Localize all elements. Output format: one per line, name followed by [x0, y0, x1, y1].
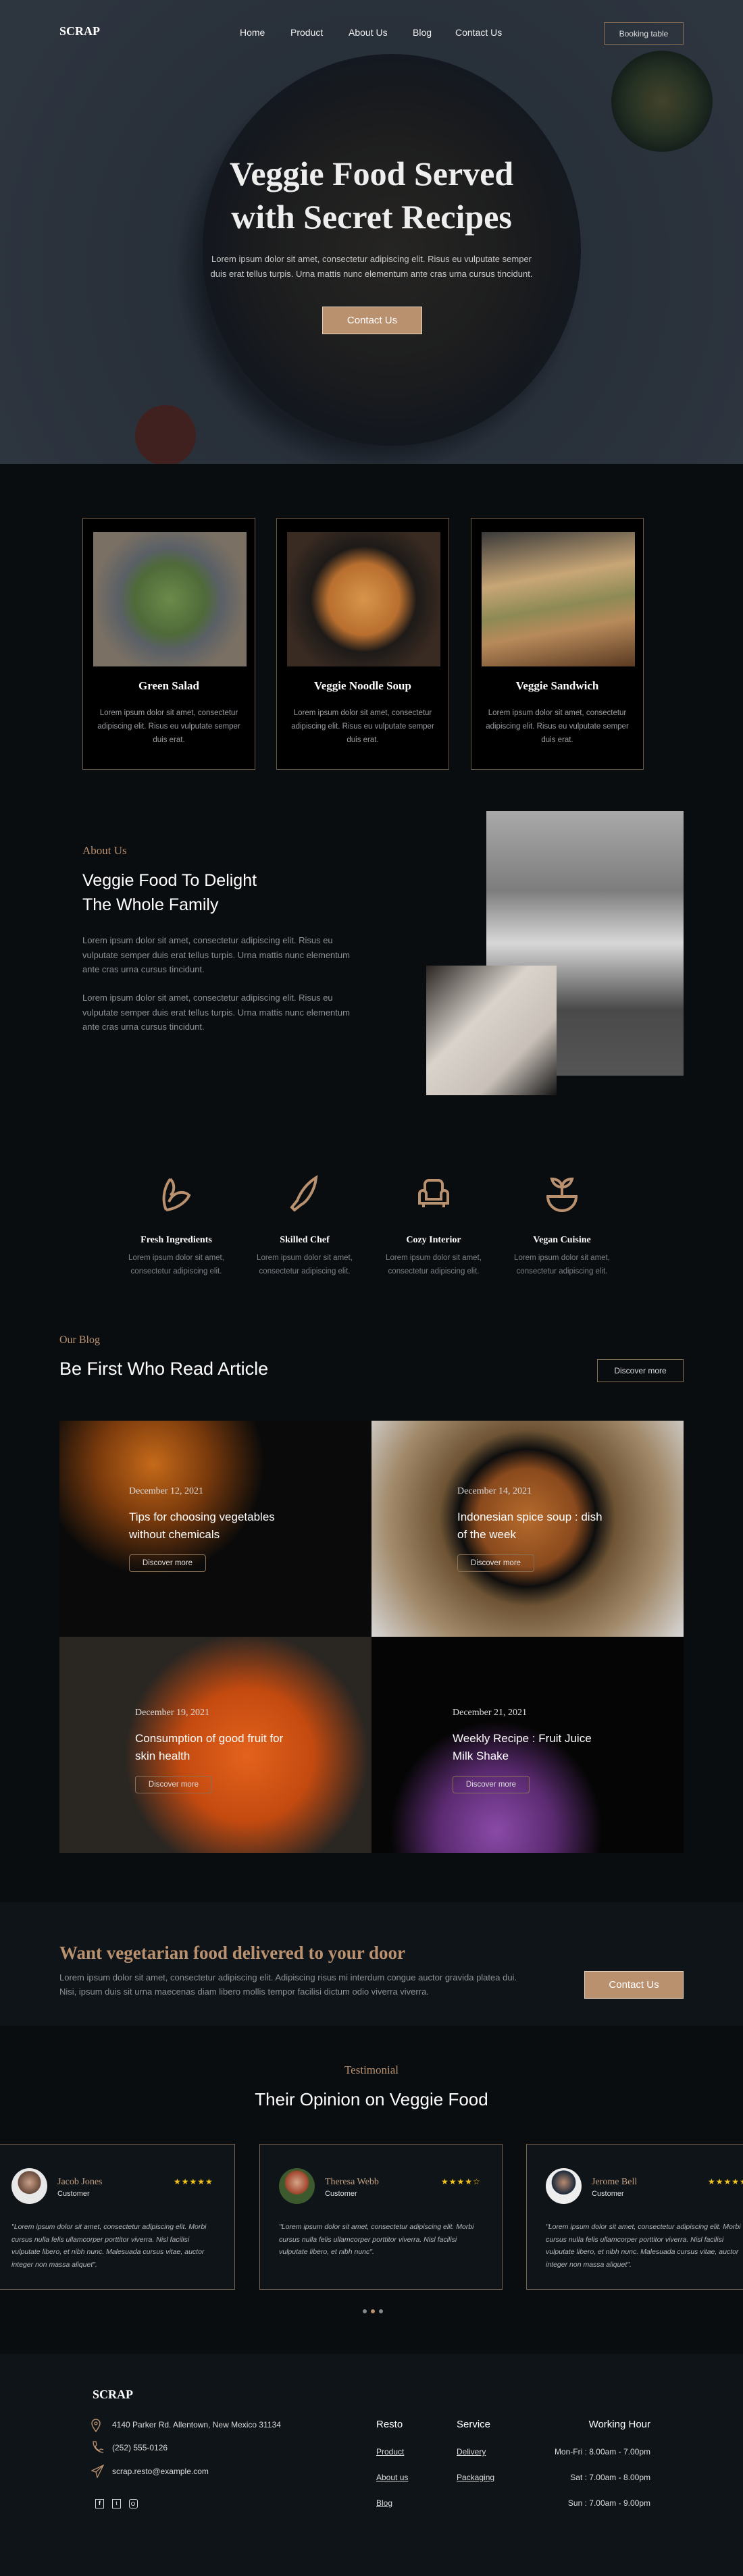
footer: SCRAP 4140 Parker Rd. Allentown, New Mex…: [0, 2354, 743, 2576]
testimonial-card: Theresa Webb Customer ★★★★☆ "Lorem ipsum…: [259, 2144, 503, 2290]
testimonial-title: Their Opinion on Veggie Food: [255, 2089, 488, 2109]
footer-link-delivery[interactable]: Delivery: [457, 2447, 486, 2456]
carousel-dot-active[interactable]: [371, 2309, 375, 2313]
about-paragraph: Lorem ipsum dolor sit amet, consectetur …: [82, 993, 350, 1032]
footer-resto-title: Resto: [376, 2419, 403, 2430]
footer-link-about[interactable]: About us: [376, 2473, 408, 2482]
blog-card[interactable]: December 12, 2021 Tips for choosing vege…: [59, 1421, 372, 1637]
testimonial-card: Jerome Bell Customer ★★★★★ "Lorem ipsum …: [526, 2144, 743, 2290]
footer-link-packaging[interactable]: Packaging: [457, 2473, 494, 2482]
footer-link-product[interactable]: Product: [376, 2447, 404, 2456]
menu-card-desc: Lorem ipsum dolor sit amet, consectetur …: [486, 709, 629, 744]
plant-bowl-icon: [546, 1177, 578, 1212]
footer-logo: SCRAP: [93, 2388, 134, 2401]
discover-more-button[interactable]: Discover more: [135, 1776, 212, 1793]
hero-contact-button[interactable]: Contact Us: [322, 307, 422, 334]
menu-card[interactable]: Green Salad Lorem ipsum dolor sit amet, …: [82, 518, 255, 770]
avatar: [279, 2168, 315, 2204]
menu-card-title: Veggie Noodle Soup: [314, 679, 411, 692]
location-icon: [91, 2419, 101, 2432]
menu-card-title: Green Salad: [138, 679, 199, 692]
blog-label: Our Blog: [59, 1334, 100, 1346]
social-links: f t: [95, 2499, 138, 2508]
avatar: [11, 2168, 47, 2204]
green-salad-image: [93, 532, 247, 666]
send-icon: [91, 2465, 105, 2478]
star-rating: ★★★★★: [174, 2177, 213, 2186]
discover-more-button[interactable]: Discover more: [457, 1554, 534, 1572]
twitter-icon[interactable]: t: [112, 2499, 121, 2508]
delivery-cta-section: Want vegetarian food delivered to your d…: [0, 1902, 743, 2026]
footer-phone[interactable]: (252) 555-0126: [112, 2443, 168, 2452]
menu-card-desc: Lorem ipsum dolor sit amet, consectetur …: [291, 709, 434, 744]
phone-icon: [93, 2441, 103, 2453]
hero-section: SCRAP Home Product About Us Blog Contact…: [0, 0, 743, 464]
cta-title: Want vegetarian food delivered to your d…: [59, 1943, 405, 1963]
armchair-icon: [418, 1179, 449, 1207]
facebook-icon[interactable]: f: [95, 2499, 104, 2508]
nav-blog[interactable]: Blog: [413, 27, 432, 38]
hero-text: Lorem ipsum dolor sit amet, consectetur …: [210, 254, 533, 279]
carousel-dot[interactable]: [379, 2309, 383, 2313]
menu-card-title: Veggie Sandwich: [515, 679, 599, 692]
star-rating: ★★★★☆: [441, 2177, 481, 2186]
feature-item: Cozy Interior Lorem ipsum dolor sit amet…: [369, 1175, 498, 1278]
hero-title: Veggie Food Served with Secret Recipes: [229, 155, 514, 236]
logo[interactable]: SCRAP: [59, 24, 100, 38]
booking-table-button[interactable]: Booking table: [604, 22, 684, 45]
carousel-dot[interactable]: [363, 2309, 367, 2313]
leaf-icon: [162, 1178, 191, 1211]
footer-link-blog[interactable]: Blog: [376, 2498, 392, 2508]
blog-title: Be First Who Read Article: [59, 1359, 269, 1379]
testimonial-label: Testimonial: [344, 2064, 399, 2076]
feature-item: Skilled Chef Lorem ipsum dolor sit amet,…: [240, 1175, 369, 1278]
discover-more-button[interactable]: Discover more: [129, 1554, 206, 1572]
instagram-icon[interactable]: [129, 2499, 138, 2508]
menu-card-desc: Lorem ipsum dolor sit amet, consectetur …: [97, 709, 240, 744]
blog-card[interactable]: December 21, 2021 Weekly Recipe : Fruit …: [372, 1637, 684, 1853]
testimonial-card: Jacob Jones Customer ★★★★★ "Lorem ipsum …: [0, 2144, 235, 2290]
blog-discover-more-button[interactable]: Discover more: [597, 1359, 684, 1382]
footer-hours-row: Mon-Fri : 8.00am - 7.00pm: [554, 2447, 650, 2456]
menu-card[interactable]: Veggie Sandwich Lorem ipsum dolor sit am…: [471, 518, 644, 770]
menu-card[interactable]: Veggie Noodle Soup Lorem ipsum dolor sit…: [276, 518, 449, 770]
chopping-image: [426, 966, 557, 1095]
about-title: Veggie Food To Delight The Whole Family: [82, 871, 257, 914]
discover-more-button[interactable]: Discover more: [453, 1776, 530, 1793]
nav-about[interactable]: About Us: [349, 27, 388, 38]
blog-card[interactable]: December 19, 2021 Consumption of good fr…: [59, 1637, 372, 1853]
noodle-soup-image: [287, 532, 440, 666]
about-label: About Us: [82, 844, 127, 857]
nav-product[interactable]: Product: [290, 27, 323, 38]
footer-hours-title: Working Hour: [588, 2419, 650, 2430]
sandwich-image: [482, 532, 635, 666]
avatar: [546, 2168, 582, 2204]
nav-contact[interactable]: Contact Us: [455, 27, 502, 38]
footer-address: 4140 Parker Rd. Allentown, New Mexico 31…: [112, 2420, 281, 2429]
nav-home[interactable]: Home: [240, 27, 265, 38]
cta-contact-button[interactable]: Contact Us: [584, 1971, 684, 1999]
footer-service-title: Service: [457, 2419, 491, 2430]
footer-hours-row: Sun : 7.00am - 9.00pm: [567, 2498, 650, 2508]
star-rating: ★★★★★: [708, 2177, 743, 2186]
feature-item: Fresh Ingredients Lorem ipsum dolor sit …: [112, 1175, 240, 1278]
blog-card[interactable]: December 14, 2021 Indonesian spice soup …: [372, 1421, 684, 1637]
carousel-dots: [363, 2309, 383, 2313]
cta-text: Lorem ipsum dolor sit amet, consectetur …: [59, 1972, 517, 1997]
footer-email[interactable]: scrap.resto@example.com: [112, 2467, 209, 2476]
about-paragraph: Lorem ipsum dolor sit amet, consectetur …: [82, 935, 350, 974]
knife-icon: [290, 1175, 318, 1212]
feature-item: Vegan Cuisine Lorem ipsum dolor sit amet…: [498, 1175, 626, 1278]
footer-hours-row: Sat : 7.00am - 8.00pm: [570, 2473, 650, 2482]
